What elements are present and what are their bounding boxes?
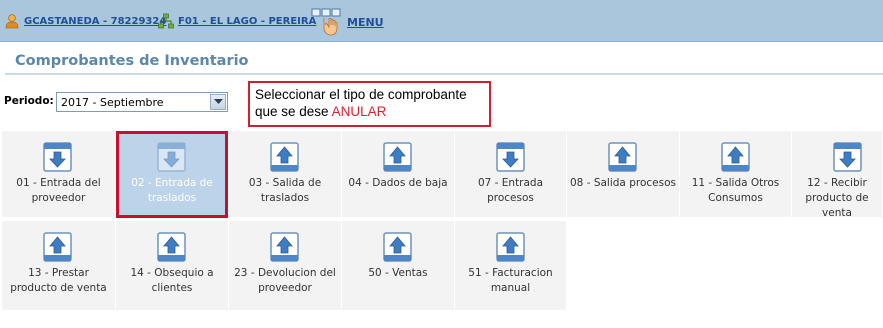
voucher-option-label: 11 - Salida Otros Consumos [691,177,780,204]
arrow-up-icon [721,142,750,172]
arrow-up-icon [608,142,637,172]
arrow-up-icon [383,142,412,172]
voucher-option[interactable]: 08 - Salida procesos [567,131,680,218]
arrow-up-icon [496,232,525,262]
voucher-option-label: 01 - Entrada del proveedor [16,177,101,204]
voucher-option-label: 03 - Salida de traslados [248,177,322,204]
arrow-down-icon [496,142,525,172]
menu-button[interactable]: MENU [311,8,384,36]
voucher-option[interactable]: 51 - Facturacion manual [455,221,567,311]
user-label[interactable]: GCASTANEDA - 78229324 [24,16,166,27]
voucher-option[interactable]: 03 - Salida de traslados [229,131,342,218]
voucher-option-label: 13 - Prestar producto de venta [10,267,107,294]
period-select[interactable]: 2017 - Septiembre [56,92,228,112]
store-link[interactable]: F01 - EL LAGO - PEREIRA [158,12,316,30]
network-icon [158,13,174,29]
callout-highlight: ANULAR [331,104,387,119]
voucher-option-label: 14 - Obsequio a clientes [130,267,214,294]
menu-label[interactable]: MENU [347,16,384,29]
voucher-option[interactable]: 14 - Obsequio a clientes [116,221,229,311]
voucher-option[interactable]: 04 - Dados de baja [342,131,455,218]
page-title: Comprobantes de Inventario [15,53,249,69]
voucher-option[interactable]: 07 - Entrada procesos [455,131,567,218]
arrow-down-icon [833,142,862,172]
user-icon [4,13,20,29]
voucher-option[interactable]: 23 - Devolucion del proveedor [229,221,342,311]
voucher-option-label: 02 - Entrada de traslados [131,177,213,204]
period-value: 2017 - Septiembre [61,96,164,109]
title-divider [5,73,883,75]
voucher-option[interactable]: 02 - Entrada de traslados [116,131,229,218]
menu-hand-icon [311,8,343,36]
arrow-up-icon [157,232,186,262]
arrow-up-icon [270,232,299,262]
user-link[interactable]: GCASTANEDA - 78229324 [4,12,166,30]
arrow-up-icon [270,142,299,172]
arrow-up-icon [383,232,412,262]
arrow-down-icon [43,142,72,172]
voucher-option-label: 04 - Dados de baja [348,177,448,189]
instruction-callout: Seleccionar el tipo de comprobante que s… [248,81,491,127]
arrow-down-icon [157,142,186,172]
voucher-option-label: 07 - Entrada procesos [477,177,544,204]
period-label: Periodo: [4,95,54,107]
voucher-option[interactable]: 13 - Prestar producto de venta [2,221,116,311]
voucher-option-label: 51 - Facturacion manual [468,267,553,294]
voucher-option[interactable]: 01 - Entrada del proveedor [2,131,116,218]
arrow-up-icon [43,232,72,262]
voucher-option-label: 23 - Devolucion del proveedor [234,267,336,294]
voucher-option-label: 12 - Recibir producto de venta [805,177,869,219]
store-label[interactable]: F01 - EL LAGO - PEREIRA [178,16,316,27]
voucher-option[interactable]: 50 - Ventas [342,221,455,311]
voucher-option[interactable]: 12 - Recibir producto de venta [792,131,883,219]
chevron-down-icon[interactable] [210,94,226,110]
voucher-option-label: 50 - Ventas [368,267,428,279]
top-bar: GCASTANEDA - 78229324 F01 - EL LAGO - PE… [0,0,883,42]
voucher-option[interactable]: 11 - Salida Otros Consumos [680,131,792,218]
voucher-option-label: 08 - Salida procesos [570,177,676,189]
